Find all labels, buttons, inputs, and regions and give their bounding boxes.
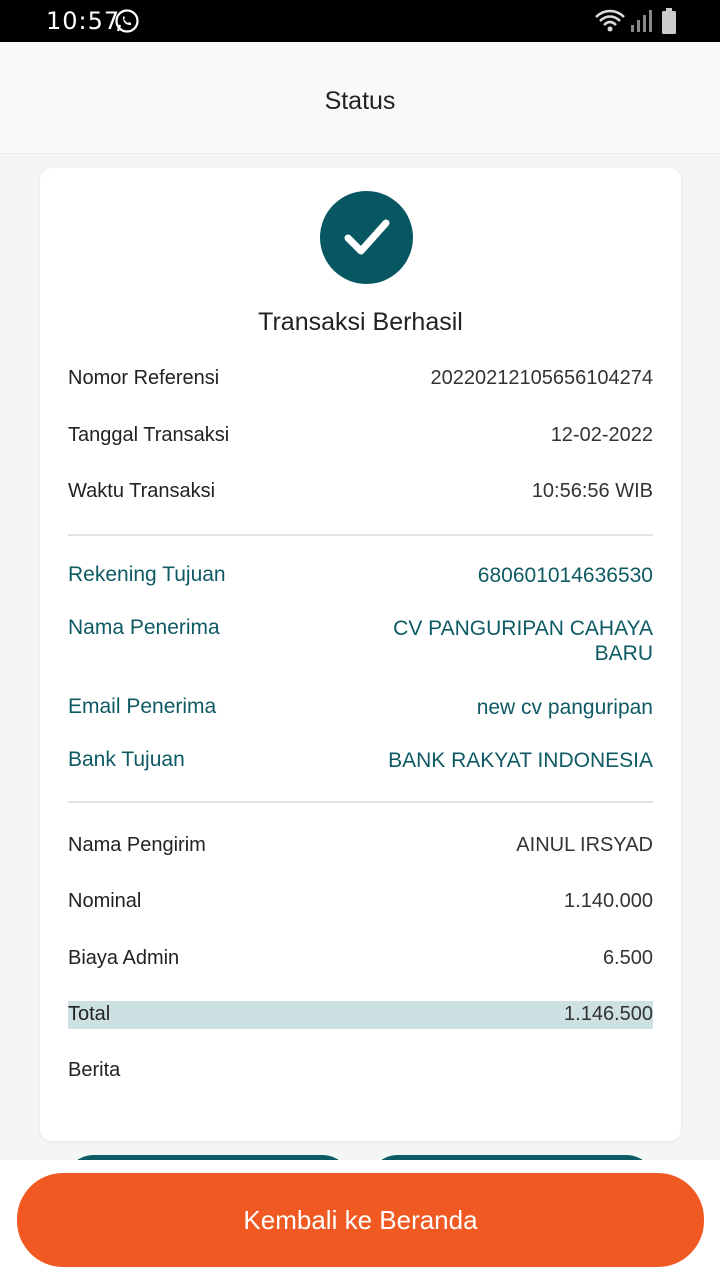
- total-value: 1.146.500: [564, 1003, 653, 1025]
- whatsapp-icon: [115, 9, 139, 33]
- recipient-name-label: Nama Penerima: [68, 616, 220, 639]
- divider: [68, 534, 653, 536]
- account-value: 680601014636530: [477, 564, 653, 587]
- wifi-icon: [595, 9, 625, 32]
- receipt-card: Transaksi Berhasil Nomor Referensi 20220…: [40, 168, 681, 1141]
- nominal-label: Nominal: [68, 890, 142, 912]
- divider: [68, 801, 653, 803]
- date-value: 12-02-2022: [550, 424, 653, 446]
- sender-label: Nama Pengirim: [68, 834, 206, 856]
- bank-value: BANK RAKYAT INDONESIA: [388, 749, 653, 772]
- page-title: Status: [324, 87, 396, 115]
- sender-value: AINUL IRSYAD: [516, 834, 653, 856]
- time-value: 10:56:56 WIB: [531, 480, 653, 502]
- reference-label: Nomor Referensi: [68, 367, 220, 389]
- note-label: Berita: [68, 1059, 121, 1081]
- account-label: Rekening Tujuan: [68, 563, 226, 586]
- admin-fee-label: Biaya Admin: [68, 947, 180, 969]
- bank-label: Bank Tujuan: [68, 748, 185, 771]
- time-label: Waktu Transaksi: [68, 480, 216, 502]
- back-to-home-button[interactable]: Kembali ke Beranda: [17, 1173, 704, 1267]
- date-label: Tanggal Transaksi: [68, 424, 230, 446]
- email-label: Email Penerima: [68, 695, 217, 718]
- clock: 10:57: [46, 7, 121, 35]
- admin-fee-value: 6.500: [602, 947, 653, 969]
- nominal-value: 1.140.000: [564, 890, 653, 912]
- recipient-name-line1: CV PANGURIPAN CAHAYA: [393, 617, 653, 640]
- signal-icon: [631, 10, 652, 32]
- checkmark-icon: [344, 219, 390, 255]
- status-bar: 10:57: [0, 0, 720, 42]
- reference-value: 20220212105656104274: [430, 367, 653, 389]
- total-label: Total: [68, 1003, 111, 1025]
- app-header: Status: [0, 42, 720, 154]
- battery-icon: [662, 8, 676, 34]
- check-circle-icon: [320, 191, 413, 284]
- result-title: Transaksi Berhasil: [258, 308, 463, 336]
- email-value: new cv panguripan: [476, 696, 653, 719]
- recipient-name-value: CV PANGURIPAN CAHAYA BARU: [393, 616, 653, 666]
- recipient-name-line2: BARU: [594, 642, 653, 665]
